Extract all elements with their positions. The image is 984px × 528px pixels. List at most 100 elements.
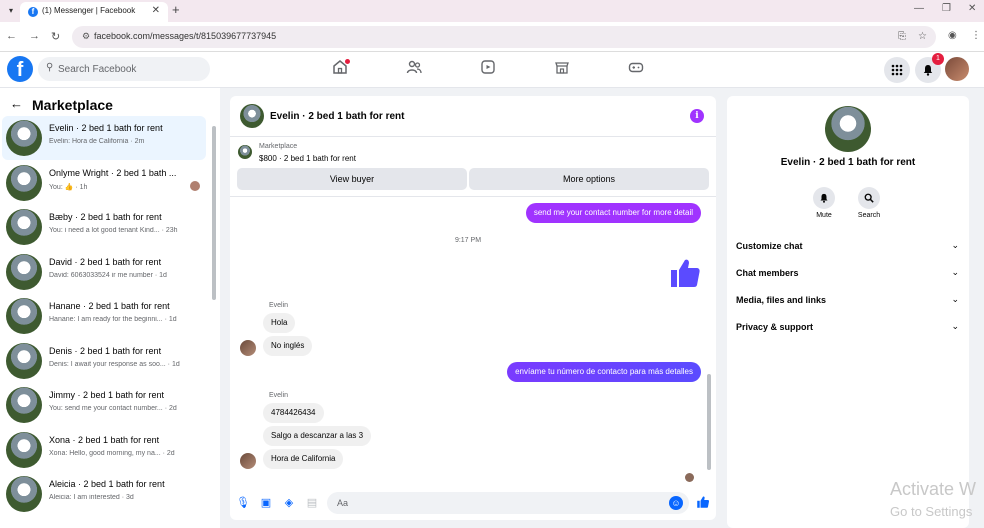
chat-header-avatar[interactable] [240,104,264,128]
chevron-down-icon: ⌄ [951,267,959,277]
conversation-item[interactable]: Onlyme Wright · 2 bed 1 bath ... You: 👍 … [2,161,206,205]
chevron-down-icon: ⌄ [951,321,959,331]
outgoing-message[interactable]: send me your contact number for more det… [525,203,701,223]
section-label: Chat members [736,268,799,278]
conversation-preview: David: 6063033524 ir me number · 1d [49,272,167,279]
outgoing-message[interactable]: envíame tu número de contacto para más d… [507,362,701,382]
conversation-avatar [6,476,42,512]
facebook-header: f ⚲ 1 [0,52,984,88]
section-chat-members[interactable]: Chat members ⌄ [727,264,969,286]
tab-close-icon[interactable]: ✕ [152,5,160,16]
conversation-item[interactable]: Hanane · 2 bed 1 bath for rent Hanane: I… [2,294,206,338]
gif-icon[interactable]: ▤ [305,496,319,510]
windows-activation-watermark: Activate W [890,479,977,499]
menu-grid-icon[interactable] [884,57,910,83]
tab-title: (1) Messenger | Facebook [42,6,136,15]
chat-header-title[interactable]: Evelin · 2 bed 1 bath for rent [270,111,404,122]
conversation-avatar [6,165,42,201]
tab-search-chevron-icon[interactable]: ▾ [4,4,18,18]
listing-avatar [238,145,252,159]
thumbs-up-icon[interactable] [668,256,702,290]
mute-label[interactable]: Mute [804,212,844,219]
back-arrow-icon[interactable]: ← [10,96,23,111]
incoming-message[interactable]: Hola [263,313,296,333]
section-label: Customize chat [736,241,803,251]
sender-avatar[interactable] [240,340,256,356]
incoming-message[interactable]: 4784426434 [263,403,324,423]
gaming-icon[interactable] [624,59,648,79]
address-bar[interactable]: ⚙ facebook.com/messages/t/81503967773794… [72,26,936,48]
sidebar-scrollbar[interactable] [212,126,216,300]
emoji-icon[interactable]: ☺ [669,496,683,510]
divider [230,136,716,137]
url-text[interactable]: facebook.com/messages/t/815039677737945 [94,31,276,41]
more-options-button[interactable]: More options [469,168,709,190]
home-icon[interactable] [328,59,352,79]
conversation-item[interactable]: Bæby · 2 bed 1 bath for rent You: i need… [2,205,206,249]
sidebar-title: Marketplace [32,97,113,113]
conversation-item[interactable]: Xona · 2 bed 1 bath for rent Xona: Hello… [2,428,206,472]
chevron-down-icon: ⌄ [951,240,959,250]
chat-scrollbar[interactable] [707,374,711,470]
incoming-message[interactable]: Hora de California [263,449,344,469]
search-conversation-icon[interactable] [858,187,880,209]
conversation-item[interactable]: Denis · 2 bed 1 bath for rent Denis: I a… [2,339,206,383]
sender-name: Evelin [269,392,289,399]
seen-avatar [190,181,200,191]
info-icon[interactable]: i [690,109,704,123]
chrome-profile-icon[interactable]: ◉ [948,30,957,41]
send-like-icon[interactable] [696,495,710,509]
message-input[interactable] [337,494,657,512]
incoming-message[interactable]: No inglés [263,336,313,356]
search-input[interactable] [58,59,206,79]
conversation-name: Denis · 2 bed 1 bath for rent [49,346,162,356]
section-media-files-links[interactable]: Media, files and links ⌄ [727,291,969,313]
conversation-avatar [6,432,42,468]
facebook-logo-icon[interactable]: f [7,56,33,82]
reload-icon[interactable]: ↻ [51,30,60,43]
friends-icon[interactable] [402,59,426,79]
section-privacy-support[interactable]: Privacy & support ⌄ [727,318,969,340]
site-info-icon[interactable]: ⚙ [82,31,90,42]
seen-receipt-avatar [685,473,694,482]
conversation-item[interactable]: Aleicia · 2 bed 1 bath for rent Aleicia:… [2,472,206,516]
photo-icon[interactable]: ▣ [259,496,273,510]
install-app-icon[interactable]: ⎘ [898,31,906,42]
chrome-menu-icon[interactable]: ⋮ [971,30,981,41]
close-window-icon[interactable]: ✕ [968,3,976,14]
conversation-name: Evelin · 2 bed 1 bath for rent [49,123,163,133]
facebook-search[interactable]: ⚲ [38,57,210,81]
conversation-name: David · 2 bed 1 bath for rent [49,257,162,267]
conversation-avatar [6,254,42,290]
conversation-preview: You: 👍 · 1h [49,184,88,191]
marketplace-label: Marketplace [259,143,298,150]
notifications-bell-icon[interactable]: 1 [915,53,944,83]
conversation-item[interactable]: David · 2 bed 1 bath for rent David: 606… [2,250,206,294]
conversation-item[interactable]: Jimmy · 2 bed 1 bath for rent You: send … [2,383,206,427]
bookmark-star-icon[interactable]: ☆ [918,31,927,42]
forward-icon[interactable]: → [29,30,40,42]
conversation-name: Bæby · 2 bed 1 bath for rent [49,212,162,222]
video-icon[interactable] [476,59,500,79]
message-composer[interactable]: ☺ [327,492,689,514]
conversation-name: Jimmy · 2 bed 1 bath for rent [49,390,165,400]
restore-icon[interactable]: ❐ [942,3,951,14]
conversation-item[interactable]: Evelin · 2 bed 1 bath for rent Evelin: H… [2,116,206,160]
conversation-avatar [6,298,42,334]
details-avatar[interactable] [825,106,871,152]
section-customize-chat[interactable]: Customize chat ⌄ [727,237,969,259]
new-tab-icon[interactable]: + [172,2,180,17]
minimize-icon[interactable]: — [914,3,924,14]
view-buyer-button[interactable]: View buyer [237,168,467,190]
marketplace-icon[interactable] [550,59,574,79]
sticker-icon[interactable]: ◈ [282,496,296,510]
conversation-avatar [6,209,42,245]
sender-avatar[interactable] [240,453,256,469]
profile-avatar[interactable] [945,57,969,81]
incoming-message[interactable]: Salgo a descanzar a las 3 [263,426,372,446]
search-label[interactable]: Search [849,212,889,219]
mute-bell-icon[interactable] [813,187,835,209]
browser-tab-messenger[interactable]: f (1) Messenger | Facebook ✕ [20,2,168,22]
back-icon[interactable]: ← [6,30,17,42]
microphone-icon[interactable]: 🎙︎ [236,496,250,510]
